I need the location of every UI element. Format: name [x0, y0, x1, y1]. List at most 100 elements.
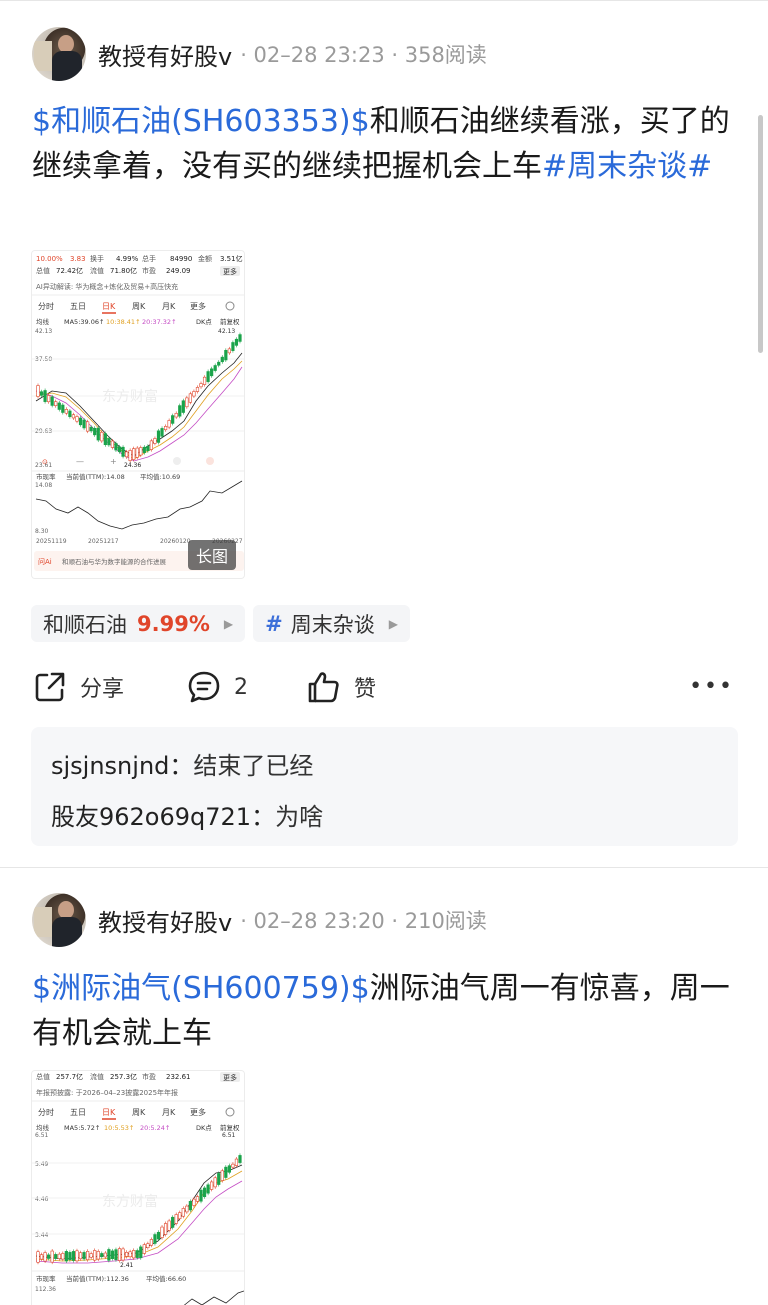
candle	[167, 1220, 171, 1231]
stock-link[interactable]: $和顺石油(SH603353)$	[32, 104, 370, 139]
candle	[217, 361, 221, 366]
svg-text:3.51亿: 3.51亿	[220, 254, 243, 263]
comment-button[interactable]: 2	[186, 664, 248, 710]
avatar[interactable]	[32, 27, 86, 81]
svg-text:换手: 换手	[90, 254, 104, 263]
candle	[210, 1181, 214, 1190]
svg-text:前复权: 前复权	[220, 317, 240, 326]
candle	[124, 1251, 129, 1257]
candle	[178, 1212, 182, 1220]
candle	[132, 1250, 136, 1259]
svg-text:总值: 总值	[36, 1072, 50, 1081]
post-meta: · 02–28 23:23 · 358阅读	[240, 43, 487, 67]
svg-text:均线: 均线	[36, 317, 50, 326]
svg-text:20:5.24↑: 20:5.24↑	[140, 1124, 170, 1132]
comment-text: 结束了已经	[193, 752, 314, 780]
svg-text:MA5:5.72↑: MA5:5.72↑	[64, 1124, 100, 1132]
stock-chip[interactable]: 和顺石油 9.99% ▶	[31, 605, 246, 642]
candle	[86, 1251, 90, 1261]
candle	[160, 1226, 164, 1238]
svg-text:257.7亿: 257.7亿	[56, 1072, 83, 1081]
author-name[interactable]: 教授有好股v	[98, 903, 232, 938]
candle	[96, 427, 100, 441]
svg-text:市盈: 市盈	[142, 1072, 156, 1081]
candle	[210, 368, 214, 377]
svg-text:84990: 84990	[170, 255, 192, 263]
candle	[206, 1184, 210, 1194]
svg-text:更多: 更多	[223, 267, 237, 276]
topic-chip[interactable]: # 周末杂谈 ▶	[253, 605, 410, 642]
svg-text:3.83: 3.83	[70, 255, 86, 263]
svg-text:+: +	[110, 457, 117, 466]
post-image[interactable]: 总值 257.7亿 流值 257.3亿 市盈 232.61 更多 年报预披露: …	[31, 1070, 245, 1305]
svg-text:6.51: 6.51	[222, 1132, 236, 1139]
comment-item: 股友962o69q721：为啥	[51, 792, 718, 843]
comment-preview[interactable]: sjsjnsnjnd：结束了已经 股友962o69q721：为啥	[31, 727, 738, 846]
svg-text:流值: 流值	[90, 266, 104, 275]
long-image-badge: 长图	[187, 540, 236, 570]
candle	[75, 1250, 79, 1262]
candle	[188, 393, 192, 403]
comment-icon	[188, 671, 220, 703]
candle	[139, 447, 143, 456]
topic-link[interactable]: #周末杂谈#	[542, 149, 712, 184]
svg-text:4.99%: 4.99%	[116, 255, 139, 263]
candle	[50, 1250, 54, 1263]
stock-chip-name: 和顺石油	[43, 612, 127, 637]
candle	[75, 416, 79, 422]
avatar[interactable]	[32, 893, 86, 947]
svg-text:72.42亿: 72.42亿	[56, 266, 83, 275]
post-image[interactable]: 10.00% 3.83 换手 4.99% 总手 84990 金额 3.51亿 总…	[31, 250, 245, 579]
svg-text:平均值:66.60: 平均值:66.60	[146, 1274, 186, 1283]
author-name[interactable]: 教授有好股v	[98, 37, 232, 72]
comment-user[interactable]: sjsjnsnjnd：	[51, 752, 193, 780]
candle	[64, 1251, 68, 1262]
candle	[213, 365, 217, 371]
candle	[142, 1244, 146, 1254]
candle	[185, 1205, 189, 1213]
candle	[54, 401, 58, 407]
svg-text:5.49: 5.49	[35, 1161, 49, 1168]
candle	[220, 356, 224, 363]
stock-link[interactable]: $洲际油气(SH600759)$	[32, 971, 370, 1006]
svg-text:20:37.32↑: 20:37.32↑	[142, 318, 177, 326]
svg-text:问Ai: 问Ai	[38, 558, 52, 566]
candle	[128, 450, 132, 461]
candle	[234, 1158, 239, 1166]
candle	[110, 440, 115, 448]
candle	[188, 1201, 192, 1211]
candle	[71, 414, 76, 419]
svg-text:平均值:10.69: 平均值:10.69	[140, 472, 180, 481]
candle	[93, 1250, 97, 1261]
post-meta: · 02–28 23:20 · 210阅读	[240, 909, 487, 933]
like-label: 赞	[354, 677, 377, 702]
candle	[107, 438, 111, 446]
svg-text:总手: 总手	[142, 254, 156, 263]
more-icon[interactable]: •••	[689, 674, 734, 699]
candle	[142, 446, 146, 453]
comment-user[interactable]: 股友962o69q721：	[51, 803, 275, 831]
hash-icon: #	[265, 611, 283, 636]
candle	[114, 443, 118, 451]
candle	[206, 371, 210, 382]
share-button[interactable]: 分享	[32, 664, 124, 710]
svg-text:当前值(TTM):112.36: 当前值(TTM):112.36	[66, 1274, 129, 1283]
svg-text:市盈: 市盈	[142, 266, 156, 275]
svg-text:市现率: 市现率	[36, 472, 56, 481]
candle	[195, 1196, 200, 1202]
scrollbar[interactable]	[758, 115, 763, 353]
share-label: 分享	[80, 677, 125, 702]
svg-text:42.13: 42.13	[35, 328, 52, 335]
candle	[146, 1243, 150, 1248]
quote-pct: 10.00%	[36, 255, 63, 263]
svg-text:东方财富: 东方财富	[102, 388, 158, 405]
candle	[156, 430, 161, 443]
candle	[231, 1163, 235, 1168]
like-button[interactable]: 赞	[306, 664, 376, 710]
svg-text:分时: 分时	[38, 301, 54, 311]
caret-right-icon: ▶	[388, 616, 398, 631]
svg-text:MA5:39.06↑: MA5:39.06↑	[64, 318, 104, 326]
candle	[224, 350, 228, 361]
candle	[163, 1223, 168, 1235]
candle	[213, 1177, 217, 1188]
